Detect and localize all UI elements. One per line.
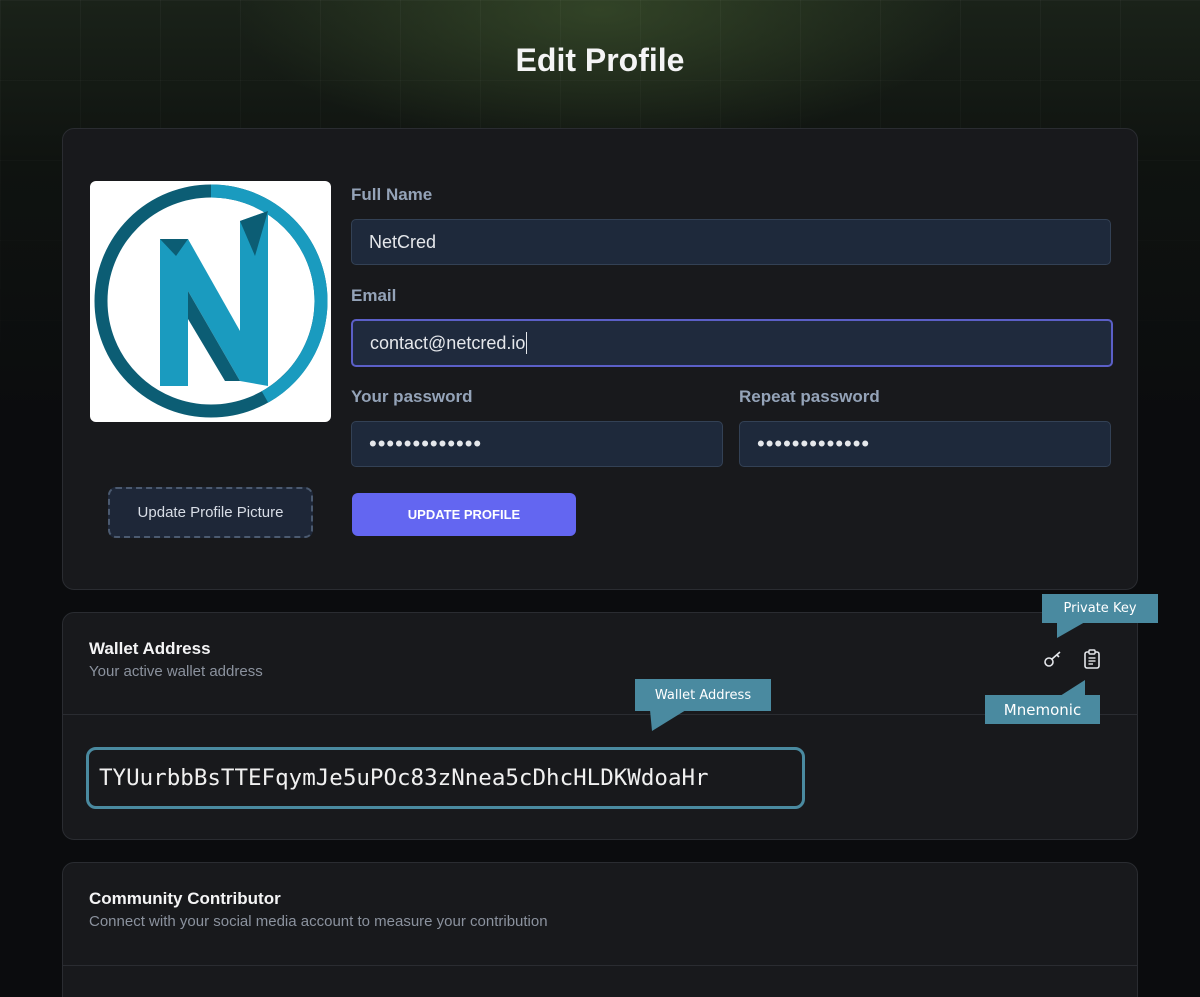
private-key-callout: Private Key — [1042, 594, 1158, 623]
wallet-title: Wallet Address — [89, 639, 211, 658]
key-icon[interactable] — [1041, 647, 1065, 671]
email-value: contact@netcred.io — [370, 332, 526, 353]
wallet-address-display[interactable]: TYUurbbBsTTEFqymJe5uPOc83zNnea5cDhcHLDKW… — [86, 747, 805, 809]
update-profile-button[interactable]: UPDATE PROFILE — [352, 493, 576, 536]
wallet-card: Wallet Address Your active wallet addres… — [62, 612, 1138, 840]
repeat-password-field[interactable]: ••••••••••••• — [739, 421, 1111, 467]
wallet-divider — [63, 714, 1137, 715]
avatar[interactable] — [90, 181, 331, 422]
text-caret — [526, 332, 528, 354]
email-label: Email — [351, 286, 397, 305]
full-name-label: Full Name — [351, 185, 433, 204]
repeat-password-value: ••••••••••••• — [757, 431, 871, 456]
profile-card: Update Profile Picture Full Name NetCred… — [62, 128, 1138, 590]
netcred-logo-icon — [94, 184, 328, 418]
update-profile-picture-button[interactable]: Update Profile Picture — [108, 487, 313, 538]
password-label: Your password — [351, 387, 473, 406]
private-key-callout-tail — [1057, 622, 1085, 638]
full-name-input[interactable]: NetCred — [351, 219, 1111, 265]
wallet-address-callout-tail — [650, 710, 686, 731]
clipboard-icon[interactable] — [1080, 647, 1104, 671]
repeat-password-label: Repeat password — [739, 387, 880, 406]
password-field[interactable]: ••••••••••••• — [351, 421, 723, 467]
page-title: Edit Profile — [515, 42, 685, 78]
wallet-address-callout: Wallet Address — [635, 679, 771, 711]
mnemonic-callout: Mnemonic — [985, 695, 1100, 724]
wallet-subtitle: Your active wallet address — [89, 663, 263, 680]
password-value: ••••••••••••• — [369, 431, 483, 456]
community-divider — [63, 965, 1137, 966]
community-subtitle: Connect with your social media account t… — [89, 913, 548, 930]
community-card: Community Contributor Connect with your … — [62, 862, 1138, 997]
email-field[interactable]: contact@netcred.io — [351, 319, 1113, 367]
community-title: Community Contributor — [89, 889, 281, 908]
full-name-value: NetCred — [369, 231, 437, 252]
